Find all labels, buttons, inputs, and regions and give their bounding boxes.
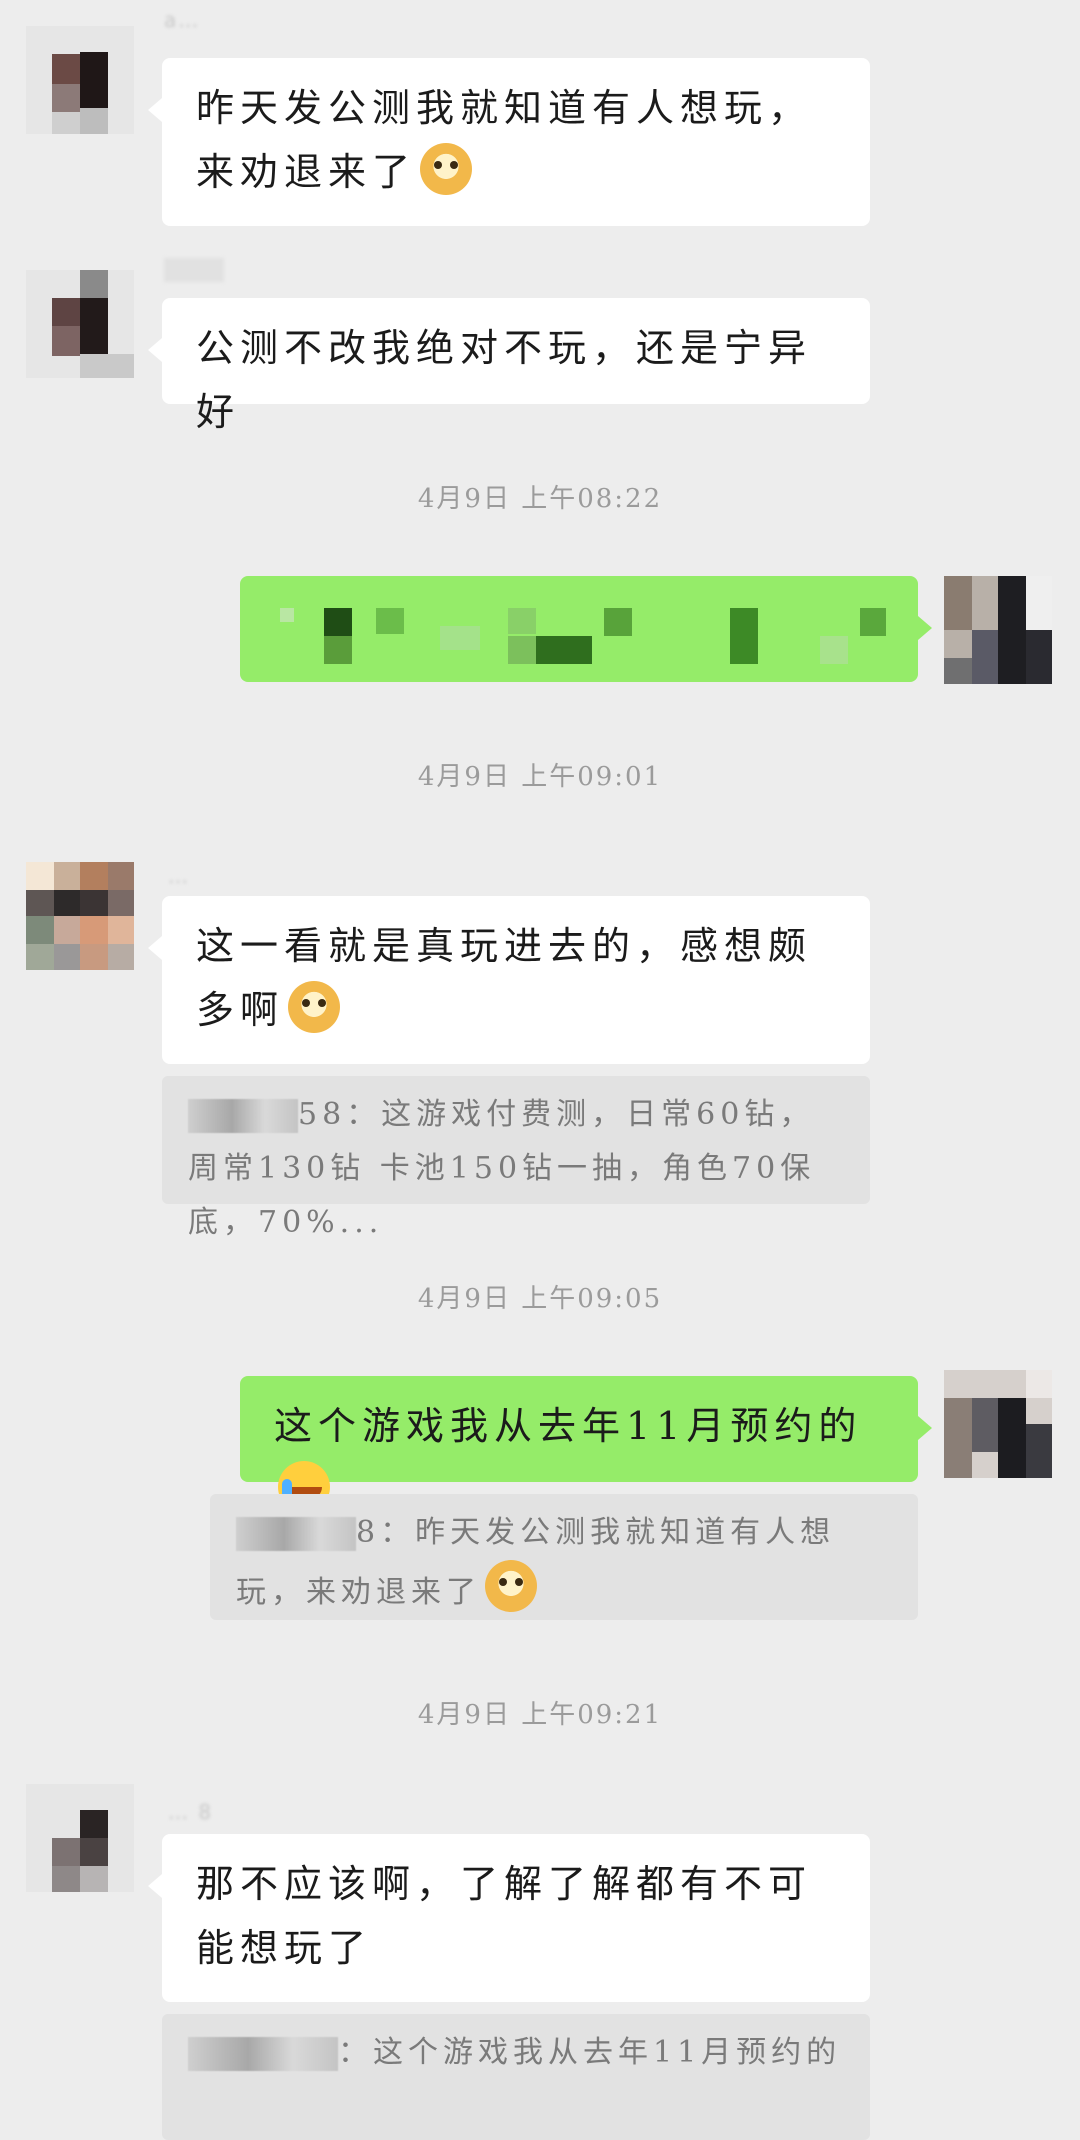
message-bubble[interactable]: 这一看就是真玩进去的，感想颇多啊 <box>148 896 870 1064</box>
message-bubble[interactable]: 公测不改我绝对不玩，还是宁异好 <box>148 298 870 434</box>
message-text: 昨天发公测我就知道有人想玩，来劝退来了 <box>196 86 813 194</box>
timestamp: 4月9日 上午09:05 <box>417 1284 663 1314</box>
quoted-sender-blurred <box>188 2037 338 2071</box>
timestamp: 4月9日 上午09:01 <box>417 762 663 792</box>
quoted-message[interactable]: 58：这游戏付费测，日常60钻，周常130钻 卡池150钻一抽，角色70保底，7… <box>162 1076 870 1240</box>
timestamp: 4月9日 上午09:21 <box>417 1700 663 1730</box>
avatar-user-b[interactable] <box>26 862 134 970</box>
timestamp: 4月9日 上午08:22 <box>417 484 663 514</box>
avatar-user-a[interactable] <box>26 270 134 378</box>
message-text: 这个游戏我从去年11月预约的 <box>274 1404 863 1448</box>
sender-nickname: … 8 <box>168 1800 214 1824</box>
doge-icon <box>420 143 473 195</box>
message-text: 那不应该啊，了解了解都有不可能想玩了 <box>196 1862 813 1970</box>
message-bubble[interactable]: 那不应该啊，了解了解都有不可能想玩了 <box>148 1834 870 2002</box>
doge-icon <box>485 1560 537 1612</box>
message-text: 这一看就是真玩进去的，感想颇多啊 <box>196 924 813 1032</box>
chat-area[interactable]: a… 昨天发公测我就知道有人想玩，来劝退来了 公测不改我绝对不玩，还是宁异好 4… <box>0 0 1080 2140</box>
avatar-self[interactable] <box>944 1370 1052 1478</box>
sender-nickname <box>164 258 224 282</box>
quoted-sender-blurred <box>188 1099 298 1133</box>
message-bubble-own[interactable]: 这个游戏我从去年11月预约的 <box>240 1376 932 1513</box>
sender-nickname: … <box>168 864 190 888</box>
pixelated-content <box>240 576 918 682</box>
message-bubble[interactable]: 昨天发公测我就知道有人想玩，来劝退来了 <box>148 58 870 226</box>
doge-icon <box>288 981 341 1033</box>
quoted-text: ：这个游戏我从去年11月预约的 <box>338 2035 842 2070</box>
avatar-user-a[interactable] <box>26 26 134 134</box>
message-text: 公测不改我绝对不玩，还是宁异好 <box>196 326 813 434</box>
message-bubble-own[interactable] <box>240 576 932 682</box>
avatar-user-a[interactable] <box>26 1784 134 1892</box>
quoted-message[interactable]: ：这个游戏我从去年11月预约的 <box>162 2014 870 2140</box>
avatar-self[interactable] <box>944 576 1052 684</box>
quoted-message[interactable]: 8：昨天发公测我就知道有人想玩，来劝退来了 <box>210 1494 918 1620</box>
quoted-sender-blurred <box>236 1517 356 1551</box>
sender-nickname: a… <box>164 8 201 32</box>
